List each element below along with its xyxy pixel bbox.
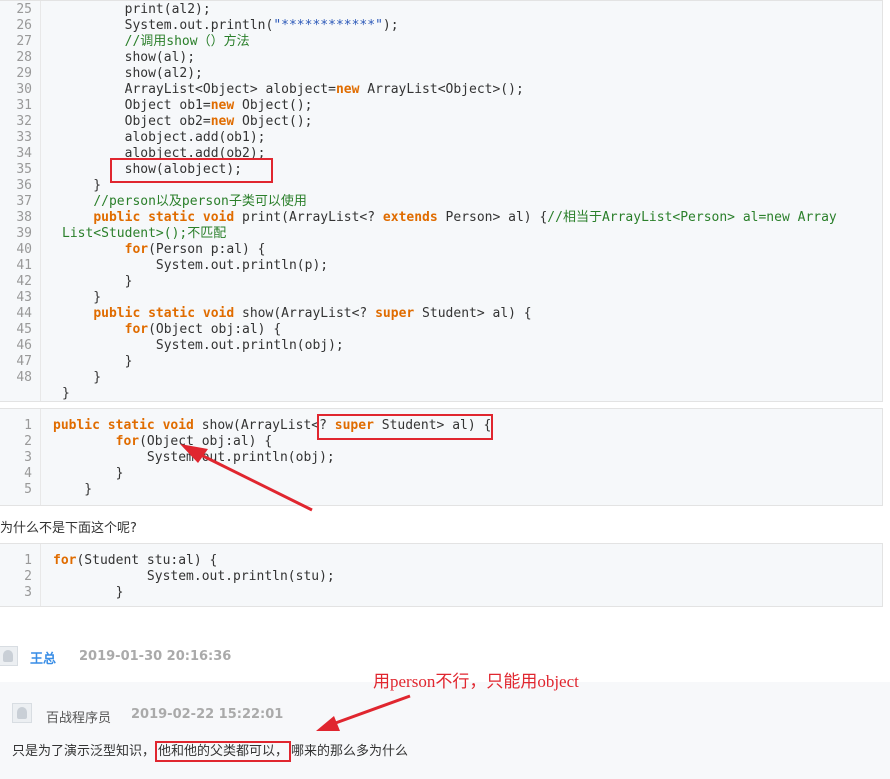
annotation-arrows (180, 444, 411, 731)
arrow-to-object (180, 444, 313, 512)
arrow-to-reply-highlight (316, 694, 411, 731)
